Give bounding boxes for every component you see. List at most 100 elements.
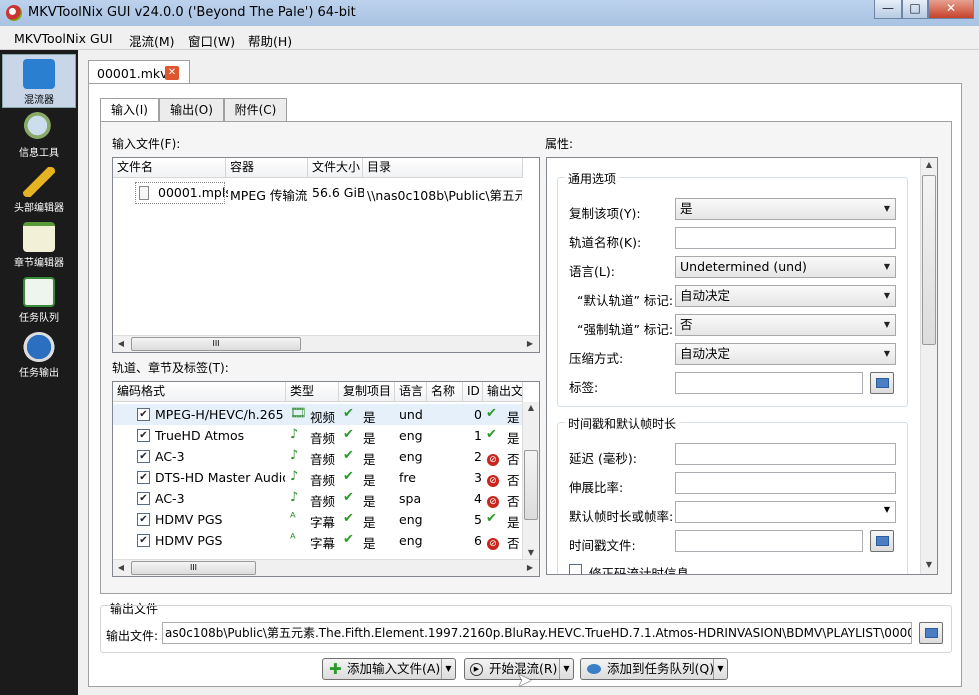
- checklist-icon: [23, 277, 55, 307]
- add-input-files-button[interactable]: ✚ 添加输入文件(A) ▼: [322, 658, 456, 680]
- scroll-down-arrow-icon[interactable]: ▼: [921, 560, 937, 569]
- table-row[interactable]: ✔ TrueHD Atmos ♪ 音频 ✔ 是 eng 1 ✔ 是: [113, 425, 522, 446]
- col-filesize[interactable]: 文件大小: [308, 158, 363, 178]
- stretch-input[interactable]: [675, 472, 896, 494]
- tags-browse-button[interactable]: [870, 372, 894, 394]
- check-icon: ✔: [486, 406, 497, 421]
- scroll-up-arrow-icon[interactable]: ▲: [921, 160, 937, 169]
- language-combo[interactable]: Undetermined (und) ▼: [675, 256, 896, 278]
- minimize-button[interactable]: —: [874, 0, 902, 19]
- pencil-icon: [23, 167, 55, 197]
- default-track-combo[interactable]: 自动决定 ▼: [675, 285, 896, 307]
- close-tab-icon[interactable]: ✕: [165, 66, 179, 80]
- track-checkbox[interactable]: ✔: [137, 429, 150, 442]
- timestamp-browse-button[interactable]: [870, 530, 894, 552]
- delay-input[interactable]: [675, 443, 896, 465]
- scroll-right-arrow-icon[interactable]: ▶: [522, 563, 538, 572]
- col-output[interactable]: 输出文: [483, 382, 523, 402]
- menu-window[interactable]: 窗口(W): [188, 31, 235, 50]
- sidebar-item-merge[interactable]: 混流器: [2, 54, 76, 108]
- scroll-thumb[interactable]: [524, 450, 538, 520]
- menu-mkvtoolnix[interactable]: MKVToolNix GUI: [14, 31, 113, 46]
- sidebar-item-chapter-editor[interactable]: 章节编辑器: [2, 218, 76, 272]
- magnifier-icon: [23, 112, 55, 142]
- field-label: 轨道名称(K):: [569, 235, 642, 250]
- field-label: “强制轨道” 标记:: [577, 322, 674, 337]
- sidebar-item-header-editor[interactable]: 头部编辑器: [2, 163, 76, 217]
- notepad-icon: [23, 222, 55, 252]
- scroll-left-arrow-icon[interactable]: ◀: [113, 339, 129, 348]
- chevron-down-icon[interactable]: ▼: [559, 659, 573, 679]
- scroll-left-arrow-icon[interactable]: ◀: [113, 563, 129, 572]
- id-cell: 6: [474, 533, 482, 548]
- table-row[interactable]: ✔ AC-3 ♪ 音频 ✔ 是 spa 4 ⊘ 否: [113, 488, 522, 509]
- copy-item-combo[interactable]: 是 ▼: [675, 198, 896, 220]
- scroll-thumb[interactable]: III: [131, 561, 256, 575]
- output-file-input[interactable]: as0c108b\Public\第五元素.The.Fifth.Element.1…: [162, 622, 912, 644]
- tab-output[interactable]: 输出(O): [159, 98, 224, 122]
- col-copy[interactable]: 复制项目: [339, 382, 395, 402]
- tracks-list[interactable]: 编码格式 类型 复制项目 语言 名称 ID 输出文 ✔ MPEG-H/HEVC/h…: [112, 381, 540, 577]
- track-checkbox[interactable]: ✔: [137, 408, 150, 421]
- tracks-hscrollbar[interactable]: ◀ III ▶: [113, 559, 539, 576]
- scroll-thumb[interactable]: III: [131, 337, 301, 351]
- table-row[interactable]: ✔ AC-3 ♪ 音频 ✔ 是 eng 2 ⊘ 否: [113, 446, 522, 467]
- table-row[interactable]: ✔ HDMV PGS ᴬ 字幕 ✔ 是 eng 6 ⊘ 否: [113, 530, 522, 551]
- scroll-right-arrow-icon[interactable]: ▶: [522, 339, 538, 348]
- input-files-hscrollbar[interactable]: ◀ III ▶: [113, 335, 539, 352]
- fix-bitstream-checkbox[interactable]: [569, 564, 582, 574]
- table-row[interactable]: ✔ HDMV PGS ᴬ 字幕 ✔ 是 eng 5 ✔ 是: [113, 509, 522, 530]
- codec-cell: MPEG-H/HEVC/h.265: [155, 407, 284, 422]
- input-files-list[interactable]: 文件名 容器 文件大小 目录 00001.mpls MPEG 传输流 56.6 …: [112, 157, 540, 353]
- col-filename[interactable]: 文件名: [113, 158, 226, 178]
- close-window-button[interactable]: ✕: [928, 0, 974, 19]
- col-directory[interactable]: 目录: [363, 158, 523, 178]
- col-language[interactable]: 语言: [395, 382, 427, 402]
- table-row[interactable]: ✔ MPEG-H/HEVC/h.265 🎞 视频 ✔ 是 und 0 ✔ 是: [113, 404, 522, 425]
- scroll-thumb[interactable]: [922, 175, 936, 345]
- tab-file[interactable]: 00001.mkv ✕: [88, 60, 190, 84]
- audio-type-icon: ♪: [290, 427, 299, 442]
- col-container[interactable]: 容器: [226, 158, 308, 178]
- app-icon[interactable]: [6, 5, 22, 21]
- tracks-vscrollbar[interactable]: ▲ ▼: [522, 402, 539, 559]
- frame-rate-combo[interactable]: ▼: [675, 501, 896, 523]
- field-label: “默认轨道” 标记:: [577, 293, 674, 308]
- tags-input[interactable]: [675, 372, 863, 394]
- chevron-down-icon[interactable]: ▼: [713, 659, 727, 679]
- copy-cell: 是: [363, 473, 376, 488]
- title-bar: MKVToolNix GUI v24.0.0 ('Beyond The Pale…: [0, 0, 979, 26]
- timestamp-file-input[interactable]: [675, 530, 863, 552]
- track-checkbox[interactable]: ✔: [137, 513, 150, 526]
- audio-type-icon: ♪: [290, 448, 299, 463]
- table-row[interactable]: ✔ DTS-HD Master Audio ♪ 音频 ✔ 是 fre 3 ⊘ 否: [113, 467, 522, 488]
- properties-vscrollbar[interactable]: ▲ ▼: [920, 158, 937, 574]
- track-checkbox[interactable]: ✔: [137, 471, 150, 484]
- tab-attachments[interactable]: 附件(C): [224, 98, 287, 122]
- col-codec[interactable]: 编码格式: [113, 382, 286, 402]
- compression-combo[interactable]: 自动决定 ▼: [675, 343, 896, 365]
- col-name[interactable]: 名称: [427, 382, 463, 402]
- scroll-up-arrow-icon[interactable]: ▲: [523, 403, 539, 412]
- maximize-button[interactable]: □: [902, 0, 928, 19]
- col-id[interactable]: ID: [463, 382, 483, 402]
- menu-help[interactable]: 帮助(H): [248, 31, 292, 50]
- track-checkbox[interactable]: ✔: [137, 534, 150, 547]
- output-cell: 否: [507, 536, 520, 551]
- check-icon: ✔: [343, 469, 354, 484]
- col-type[interactable]: 类型: [286, 382, 339, 402]
- sidebar-item-job-queue[interactable]: 任务队列: [2, 273, 76, 327]
- scroll-down-arrow-icon[interactable]: ▼: [523, 548, 539, 557]
- track-checkbox[interactable]: ✔: [137, 450, 150, 463]
- track-name-input[interactable]: [675, 227, 896, 249]
- forced-track-combo[interactable]: 否 ▼: [675, 314, 896, 336]
- add-to-queue-button[interactable]: 添加到任务队列(Q) ▼: [580, 658, 728, 680]
- track-checkbox[interactable]: ✔: [137, 492, 150, 505]
- subtitle-type-icon: ᴬ: [290, 532, 296, 547]
- output-browse-button[interactable]: [919, 622, 943, 644]
- tab-input[interactable]: 输入(I): [100, 98, 159, 123]
- chevron-down-icon[interactable]: ▼: [441, 659, 455, 679]
- sidebar-item-info[interactable]: 信息工具: [2, 108, 76, 162]
- menu-multiplex[interactable]: 混流(M): [129, 31, 175, 50]
- sidebar-item-job-output[interactable]: 任务输出: [2, 328, 76, 382]
